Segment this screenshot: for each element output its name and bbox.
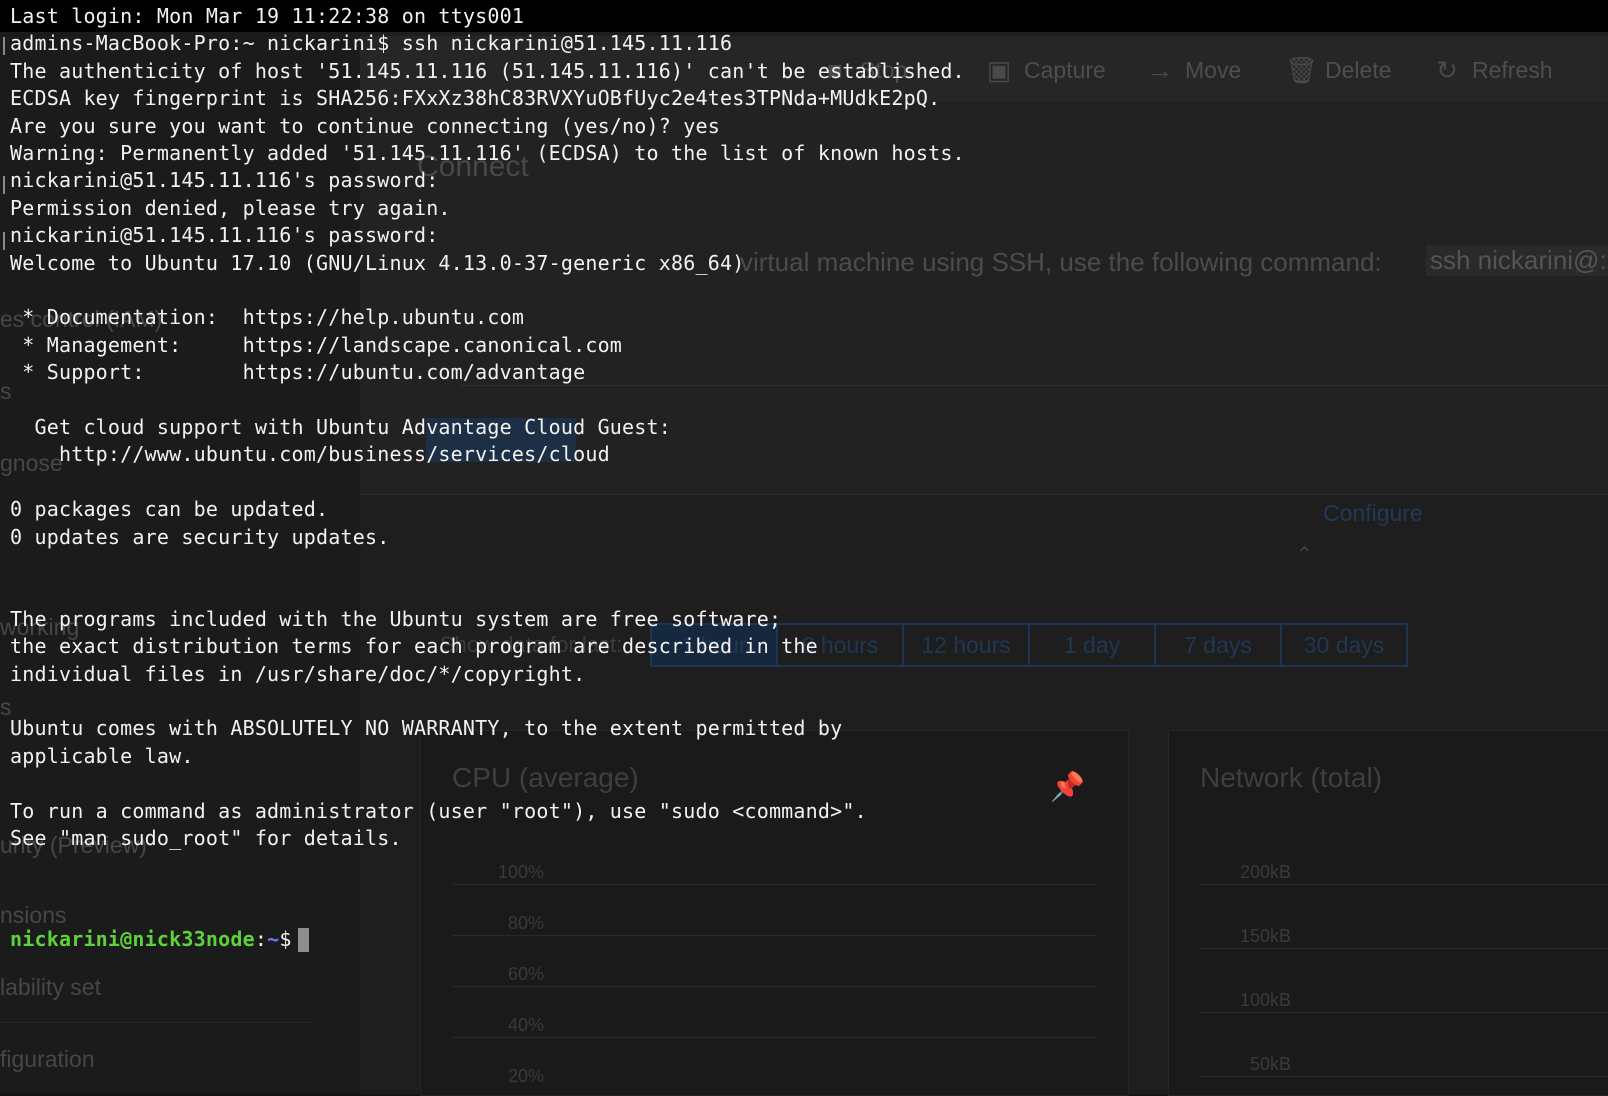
- terminal-line: individual files in /usr/share/doc/*/cop…: [10, 661, 586, 686]
- command-mark: [3, 176, 5, 194]
- prompt-user-host: nickarini@nick33node: [10, 927, 255, 951]
- terminal-line: To run a command as administrator (user …: [10, 798, 867, 823]
- terminal-line: * Support: https://ubuntu.com/advantage: [10, 360, 586, 385]
- shell-prompt: nickarini@nick33node:~$: [10, 928, 292, 950]
- command-mark: [3, 37, 5, 55]
- prompt-dollar: $: [279, 927, 292, 951]
- terminal-line: 0 packages can be updated.: [10, 497, 329, 522]
- terminal-line: admins-MacBook-Pro:~ nickarini$ ssh nick…: [10, 31, 733, 56]
- terminal-line: Welcome to Ubuntu 17.10 (GNU/Linux 4.13.…: [10, 250, 745, 275]
- terminal-line: Permission denied, please try again.: [10, 195, 451, 220]
- terminal-line: the exact distribution terms for each pr…: [10, 634, 818, 659]
- prompt-path: ~: [267, 927, 280, 951]
- terminal-line: 0 updates are security updates.: [10, 524, 390, 549]
- terminal-line: ECDSA key fingerprint is SHA256:FXxXz38h…: [10, 86, 941, 111]
- terminal-line: Last login: Mon Mar 19 11:22:38 on ttys0…: [10, 4, 525, 28]
- terminal-line: Warning: Permanently added '51.145.11.11…: [10, 141, 965, 165]
- terminal-cursor: [298, 928, 309, 952]
- terminal-line: nickarini@51.145.11.116's password:: [10, 168, 439, 193]
- terminal-line: Get cloud support with Ubuntu Advantage …: [10, 415, 672, 439]
- terminal-line: http://www.ubuntu.com/business/services/…: [10, 442, 610, 467]
- terminal-line: * Documentation: https://help.ubuntu.com: [10, 305, 525, 330]
- terminal-line: * Management: https://landscape.canonica…: [10, 332, 623, 357]
- terminal-line: Are you sure you want to continue connec…: [10, 113, 720, 138]
- terminal-line: The programs included with the Ubuntu sy…: [10, 606, 782, 631]
- terminal-line: nickarini@51.145.11.116's password:: [10, 223, 439, 248]
- terminal-line: Ubuntu comes with ABSOLUTELY NO WARRANTY…: [10, 716, 843, 741]
- command-mark: [3, 232, 5, 250]
- terminal-line: applicable law.: [10, 743, 194, 768]
- terminal-line: The authenticity of host '51.145.11.116 …: [10, 58, 965, 83]
- terminal-window[interactable]: Last login: Mon Mar 19 11:22:38 on ttys0…: [0, 0, 1608, 1094]
- prompt-colon: :: [254, 927, 268, 951]
- terminal-line: See "man sudo_root" for details.: [10, 826, 402, 850]
